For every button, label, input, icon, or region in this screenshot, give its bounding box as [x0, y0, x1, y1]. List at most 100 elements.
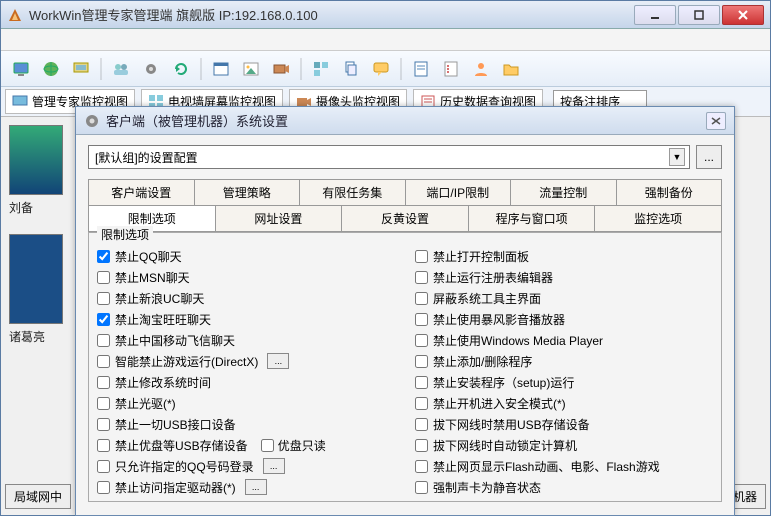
- tab-antiporn[interactable]: 反黄设置: [342, 205, 469, 231]
- tab-client-settings[interactable]: 客户端设置: [88, 179, 195, 205]
- restriction-label: 禁止QQ聊天: [115, 248, 182, 265]
- restriction-checkbox[interactable]: [415, 313, 428, 326]
- restriction-label: 拔下网线时禁用USB存储设备: [433, 416, 590, 433]
- restriction-label: 禁止运行注册表编辑器: [433, 269, 553, 286]
- tab-traffic[interactable]: 流量控制: [511, 179, 617, 205]
- toolbar-btn-list-icon[interactable]: [437, 55, 465, 83]
- config-button[interactable]: ...: [245, 479, 267, 495]
- toolbar-btn-computer-icon[interactable]: [67, 55, 95, 83]
- dialog-close-button[interactable]: [706, 112, 726, 130]
- main-toolbar: [1, 51, 770, 87]
- restriction-checkbox[interactable]: [415, 271, 428, 284]
- restriction-label: 禁止一切USB接口设备: [115, 416, 236, 433]
- window-buttons: [632, 5, 764, 25]
- restriction-checkbox[interactable]: [415, 397, 428, 410]
- client-name: 刘备: [9, 199, 69, 216]
- restriction-checkbox[interactable]: [97, 334, 110, 347]
- restriction-label: 拔下网线时自动锁定计算机: [433, 437, 577, 454]
- toolbar-btn-note-icon[interactable]: [407, 55, 435, 83]
- restriction-checkbox[interactable]: [415, 481, 428, 494]
- tab-policy[interactable]: 管理策略: [195, 179, 301, 205]
- restriction-checkbox[interactable]: [97, 355, 110, 368]
- extra-option: 优盘只读: [261, 437, 326, 454]
- restriction-item: 禁止优盘等USB存储设备优盘只读: [97, 435, 395, 455]
- restriction-checkbox[interactable]: [415, 460, 428, 473]
- restriction-checkbox[interactable]: [415, 376, 428, 389]
- client-settings-dialog: 客户端（被管理机器）系统设置 [默认组]的设置配置 ▼ ... 客户端设置 管理…: [75, 106, 735, 516]
- restriction-label: 禁止光驱(*): [115, 395, 176, 412]
- toolbar-btn-users-icon[interactable]: [107, 55, 135, 83]
- tab-backup[interactable]: 强制备份: [617, 179, 723, 205]
- toolbar-separator: [300, 58, 302, 80]
- restriction-label: 屏蔽系统工具主界面: [433, 290, 541, 307]
- restriction-item: 禁止打开控制面板: [415, 246, 713, 266]
- restriction-checkbox[interactable]: [97, 271, 110, 284]
- dialog-title: 客户端（被管理机器）系统设置: [106, 111, 706, 130]
- restriction-label: 禁止开机进入安全模式(*): [433, 395, 566, 412]
- restriction-label: 禁止网页显示Flash动画、电影、Flash游戏: [433, 458, 660, 475]
- window-title: WorkWin管理专家管理端 旗舰版 IP:192.168.0.100: [29, 5, 632, 24]
- config-button[interactable]: ...: [263, 458, 285, 474]
- restriction-checkbox[interactable]: [97, 481, 110, 494]
- client-thumb[interactable]: [9, 234, 63, 324]
- close-button[interactable]: [722, 5, 764, 25]
- restriction-checkbox[interactable]: [415, 355, 428, 368]
- toolbar-btn-folder-icon[interactable]: [497, 55, 525, 83]
- restriction-label: 禁止访问指定驱动器(*): [115, 479, 236, 496]
- restriction-checkbox[interactable]: [415, 418, 428, 431]
- maximize-button[interactable]: [678, 5, 720, 25]
- browse-button[interactable]: ...: [696, 145, 722, 169]
- toolbar-btn-person-icon[interactable]: [467, 55, 495, 83]
- config-button[interactable]: ...: [267, 353, 289, 369]
- restriction-checkbox[interactable]: [97, 250, 110, 263]
- toolbar-btn-globe-icon[interactable]: [37, 55, 65, 83]
- tab-tasks[interactable]: 有限任务集: [300, 179, 406, 205]
- restriction-label: 智能禁止游戏运行(DirectX): [115, 353, 258, 370]
- dialog-body: [默认组]的设置配置 ▼ ... 客户端设置 管理策略 有限任务集 端口/IP限…: [76, 135, 734, 510]
- restriction-checkbox[interactable]: [97, 376, 110, 389]
- restriction-checkbox[interactable]: [415, 292, 428, 305]
- group-combo[interactable]: [默认组]的设置配置 ▼: [88, 145, 690, 169]
- toolbar-btn-monitor-icon[interactable]: [7, 55, 35, 83]
- toolbar-btn-camera-icon[interactable]: [267, 55, 295, 83]
- restriction-item: 禁止运行注册表编辑器: [415, 267, 713, 287]
- restriction-label: 只允许指定的QQ号码登录: [115, 458, 254, 475]
- restriction-checkbox[interactable]: [415, 334, 428, 347]
- extra-checkbox[interactable]: [261, 439, 274, 452]
- restriction-checkbox[interactable]: [97, 313, 110, 326]
- toolbar-btn-image-icon[interactable]: [237, 55, 265, 83]
- tab-port-ip[interactable]: 端口/IP限制: [406, 179, 512, 205]
- toolbar-btn-window-icon[interactable]: [207, 55, 235, 83]
- minimize-button[interactable]: [634, 5, 676, 25]
- restriction-item: 拔下网线时禁用USB存储设备: [415, 414, 713, 434]
- bottom-tab-lan[interactable]: 局域网中: [5, 484, 71, 509]
- combo-value: [默认组]的设置配置: [95, 149, 198, 166]
- restriction-checkbox[interactable]: [97, 418, 110, 431]
- restriction-checkbox[interactable]: [97, 292, 110, 305]
- toolbar-btn-refresh-icon[interactable]: [167, 55, 195, 83]
- restriction-label: 禁止淘宝旺旺聊天: [115, 311, 211, 328]
- restriction-checkbox[interactable]: [415, 439, 428, 452]
- restriction-checkbox[interactable]: [97, 439, 110, 452]
- tab-programs[interactable]: 程序与窗口项: [469, 205, 596, 231]
- settings-tabs: 客户端设置 管理策略 有限任务集 端口/IP限制 流量控制 强制备份 限制选项 …: [88, 179, 722, 232]
- toolbar-btn-copy-icon[interactable]: [337, 55, 365, 83]
- toolbar-btn-windows-icon[interactable]: [307, 55, 335, 83]
- restriction-label: 禁止MSN聊天: [115, 269, 190, 286]
- restriction-checkbox[interactable]: [415, 250, 428, 263]
- restriction-checkbox[interactable]: [97, 397, 110, 410]
- tab-url[interactable]: 网址设置: [216, 205, 343, 231]
- client-thumb[interactable]: [9, 125, 63, 195]
- restriction-label: 禁止安装程序（setup)运行: [433, 374, 574, 391]
- monitor-icon: [12, 94, 28, 110]
- restriction-label: 禁止使用暴风影音播放器: [433, 311, 565, 328]
- toolbar-btn-chat-icon[interactable]: [367, 55, 395, 83]
- extra-label: 优盘只读: [278, 437, 326, 454]
- restriction-checkbox[interactable]: [97, 460, 110, 473]
- client-name: 诸葛亮: [9, 328, 69, 345]
- restriction-item: 禁止光驱(*): [97, 393, 395, 413]
- dialog-titlebar: 客户端（被管理机器）系统设置: [76, 107, 734, 135]
- toolbar-btn-gear-icon[interactable]: [137, 55, 165, 83]
- tab-monitor[interactable]: 监控选项: [595, 205, 722, 231]
- restriction-label: 禁止修改系统时间: [115, 374, 211, 391]
